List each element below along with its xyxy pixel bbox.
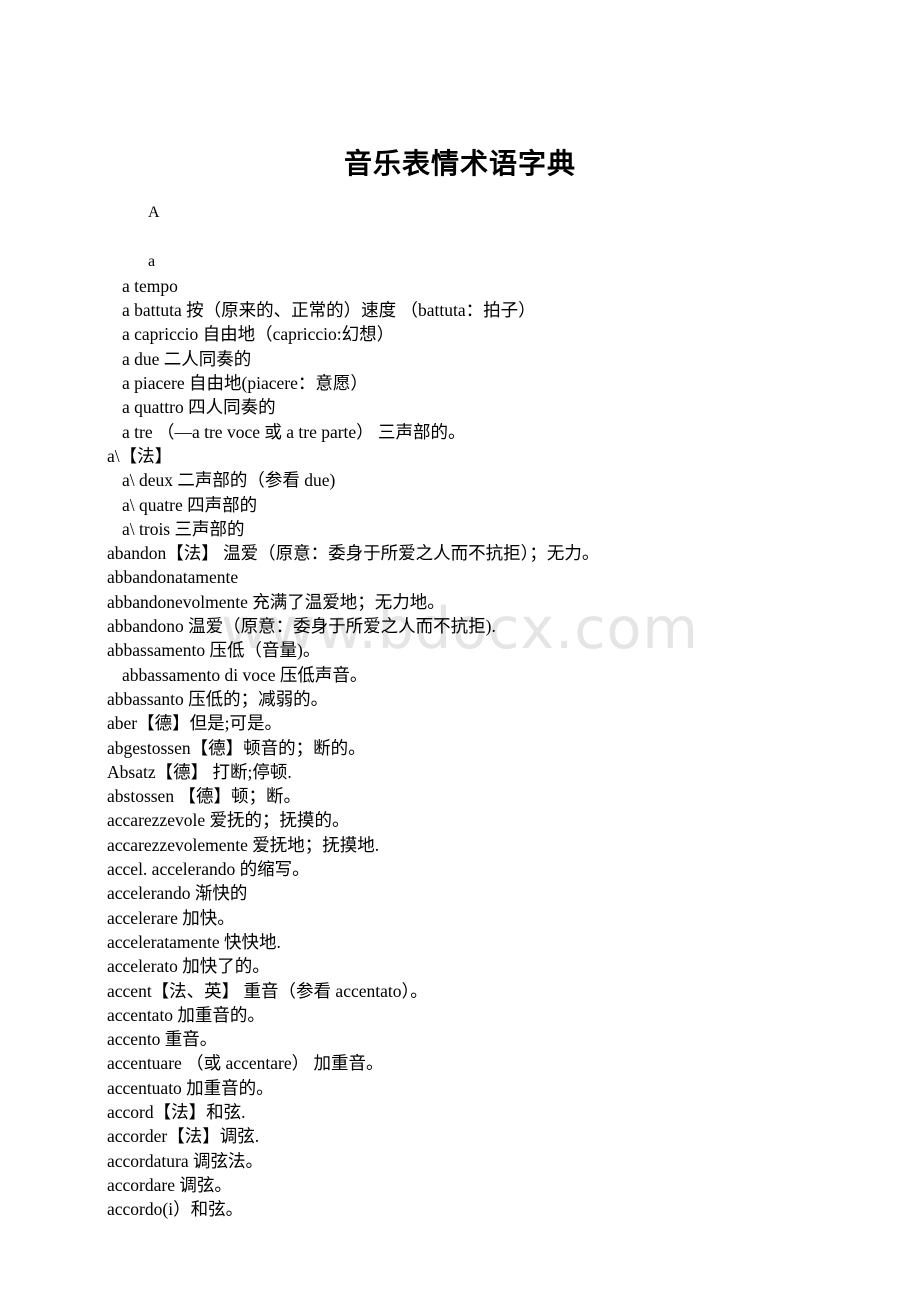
document-page: 音乐表情术语字典 Aa a tempo a battuta 按（原来的、正常的）速度… [0,0,920,1302]
dictionary-entry: abbassamento di voce 压低声音。 [122,664,368,685]
dictionary-entry: acceleratamente 快快地. [107,931,281,952]
dictionary-entry: accent【法、英】 重音（参看 accentato）。 [107,980,428,1001]
dictionary-entry: abstossen 【德】顿；断。 [107,786,301,807]
dictionary-entry: accarezzevolemente 爱抚地；抚摸地. [107,834,380,855]
dictionary-entry: accordo(i）和弦。 [107,1199,244,1220]
dictionary-entry: a capriccio 自由地（capriccio:幻想） [122,324,395,345]
dictionary-entry: abandon【法】 温爱（原意：委身于所爱之人而不抗拒）；无力。 [107,543,600,564]
dictionary-entry: a tempo [122,275,178,296]
dictionary-entry: accelerare 加快。 [107,907,235,928]
dictionary-entry: accelerato 加快了的。 [107,956,270,977]
dictionary-entry: a piacere 自由地(piacere：意愿） [122,373,368,394]
dictionary-entry: a\ deux 二声部的（参看 due) [122,470,336,491]
dictionary-entry: accelerando 渐快的 [107,883,248,904]
dictionary-entry: accentuare （或 accentare） 加重音。 [107,1053,384,1074]
dictionary-entry: accord【法】和弦. [107,1101,246,1122]
section-header: a [148,252,156,270]
dictionary-entry: accorder【法】调弦. [107,1126,260,1147]
dictionary-entry: a\ quatre 四声部的 [122,494,258,515]
dictionary-entry: abbandono 温爱（原意：委身于所爱之人而不抗拒). [107,616,496,637]
dictionary-entry-list: Aa a tempo a battuta 按（原来的、正常的）速度 （battuta… [0,201,920,1221]
dictionary-entry: abbandonatamente [107,567,239,588]
section-header: A [148,204,160,221]
dictionary-entry: abgestossen【德】顿音的；断的。 [107,737,366,758]
dictionary-entry: accentuato 加重音的。 [107,1077,274,1098]
dictionary-entry: accel. accelerando 的缩写。 [107,859,310,880]
dictionary-entry: a\ trois 三声部的 [122,518,245,539]
dictionary-entry: a due 二人同奏的 [122,348,252,369]
dictionary-entry: aber【德】但是;可是。 [107,713,282,734]
dictionary-entry: accento 重音。 [107,1029,218,1050]
dictionary-entry: accordare 调弦。 [107,1174,232,1195]
dictionary-entry: abbassamento 压低（音量)。 [107,640,321,661]
dictionary-entry: Absatz【德】 打断;停顿. [107,761,292,782]
dictionary-entry: a battuta 按（原来的、正常的）速度 （battuta：拍子） [122,300,536,321]
dictionary-entry: accordatura 调弦法。 [107,1150,263,1171]
dictionary-entry: accarezzevole 爱抚的；抚摸的。 [107,810,350,831]
dictionary-entry: a quattro 四人同奏的 [122,397,276,418]
dictionary-entry: abbandonevolmente 充满了温爱地；无力地。 [107,591,445,612]
dictionary-entry: a\【法】 [107,445,173,466]
dictionary-entry: a tre （—a tre voce 或 a tre parte） 三声部的。 [122,421,466,442]
dictionary-entry: abbassanto 压低的；减弱的。 [107,688,329,709]
dictionary-entry: accentato 加重音的。 [107,1004,265,1025]
page-title: 音乐表情术语字典 [343,147,576,180]
